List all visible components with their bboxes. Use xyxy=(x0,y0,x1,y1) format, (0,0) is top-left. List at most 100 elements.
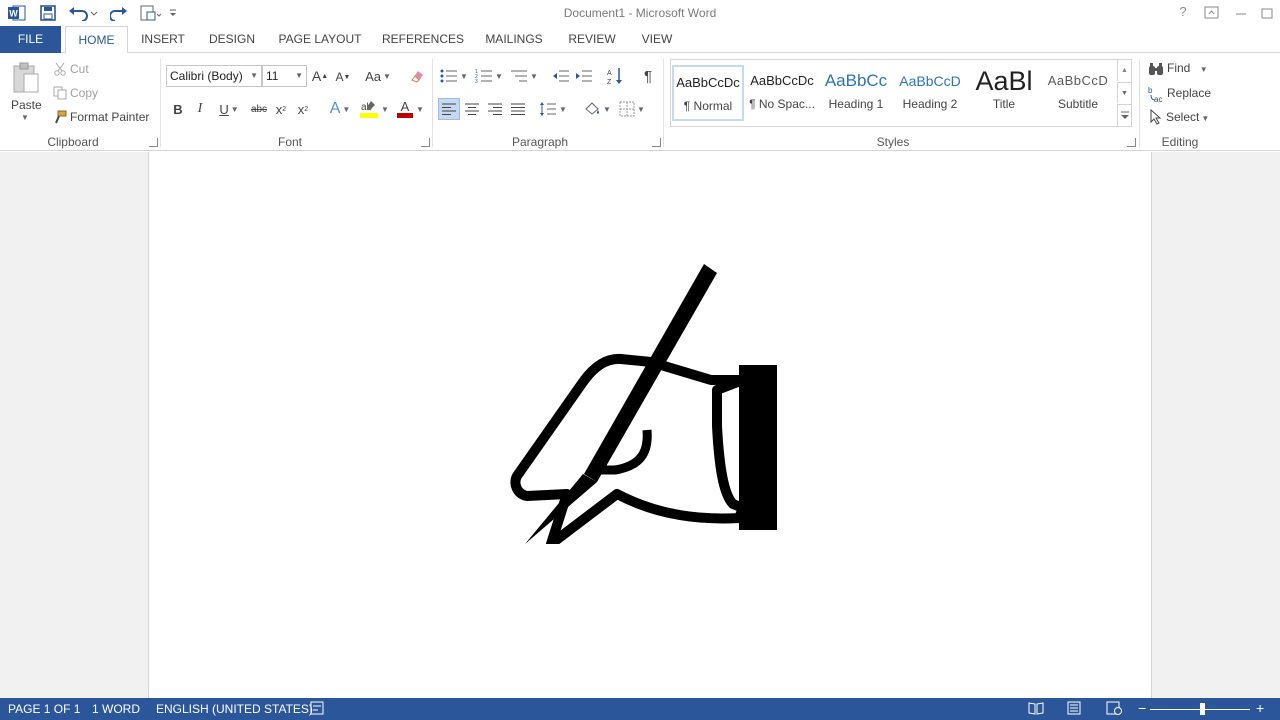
writing-hand-icon xyxy=(510,264,777,544)
tab-view[interactable]: VIEW xyxy=(636,26,678,53)
align-right-icon[interactable] xyxy=(485,98,505,120)
paste-button[interactable]: Paste xyxy=(11,98,42,112)
replace-icon[interactable]: b ac xyxy=(1147,84,1165,104)
tab-insert[interactable]: INSERT xyxy=(136,26,190,53)
select-button[interactable]: Select ▼ xyxy=(1166,110,1209,124)
copy-button[interactable]: Copy xyxy=(70,86,98,100)
numbering-icon[interactable]: 1 2 3 ▼ xyxy=(473,65,505,87)
word-count[interactable]: 1 WORD xyxy=(92,702,140,716)
style-sample: AaBbCcD xyxy=(1047,73,1109,88)
find-icon[interactable] xyxy=(1147,60,1165,78)
paragraph-launcher-icon[interactable] xyxy=(652,138,661,147)
copy-icon[interactable] xyxy=(52,85,68,101)
styles-more-icon[interactable] xyxy=(1117,104,1131,126)
chevron-down-icon: ▼ xyxy=(1201,114,1210,123)
select-cursor-icon[interactable] xyxy=(1148,108,1164,126)
font-launcher-icon[interactable] xyxy=(421,138,430,147)
style-subtitle[interactable]: AaBbCcD Subtitle xyxy=(1042,65,1114,121)
change-case-label: Aa xyxy=(365,68,381,84)
zoom-out-icon[interactable]: − xyxy=(1138,700,1146,716)
clipboard-paste-icon[interactable] xyxy=(8,59,44,97)
paste-dropdown-icon[interactable]: ▼ xyxy=(21,113,29,122)
cut-icon[interactable] xyxy=(52,61,68,77)
chevron-down-icon: ▼ xyxy=(1199,65,1208,74)
grow-font-icon[interactable]: A ▲ xyxy=(311,66,329,86)
tab-file[interactable]: FILE xyxy=(0,26,61,53)
read-mode-icon[interactable] xyxy=(1028,701,1044,715)
bold-icon[interactable]: B xyxy=(170,99,186,119)
shrink-font-icon[interactable]: A ▼ xyxy=(334,67,352,87)
font-name-value: Calibri (Body) xyxy=(170,69,243,83)
style-name: ¶ No Spac... xyxy=(749,97,815,111)
zoom-slider-thumb[interactable] xyxy=(1200,703,1205,715)
language[interactable]: ENGLISH (UNITED STATES) xyxy=(156,702,313,716)
style-sample: AaBbCc xyxy=(824,71,888,90)
find-button[interactable]: Find ▼ xyxy=(1167,61,1208,75)
clear-formatting-icon[interactable] xyxy=(407,66,427,86)
ribbon-display-options-icon[interactable] xyxy=(1201,4,1223,22)
clipboard-launcher-icon[interactable] xyxy=(149,138,158,147)
tab-references[interactable]: REFERENCES xyxy=(380,26,466,53)
document-page[interactable] xyxy=(148,152,1152,698)
align-center-icon[interactable] xyxy=(462,98,482,120)
cut-button[interactable]: Cut xyxy=(70,62,89,76)
shading-icon[interactable]: ▼ xyxy=(581,98,613,120)
tab-mailings[interactable]: MAILINGS xyxy=(478,26,550,53)
style-title[interactable]: AaBl Title xyxy=(968,65,1040,121)
highlight-color-icon[interactable]: ab ▼ xyxy=(358,97,390,121)
strikethrough-icon[interactable]: abc xyxy=(248,99,270,119)
web-layout-icon[interactable] xyxy=(1106,701,1122,715)
show-hide-paragraph-icon[interactable]: ¶ xyxy=(638,65,658,87)
print-layout-icon[interactable] xyxy=(1066,701,1082,715)
font-name-combo[interactable]: Calibri (Body) ▼ xyxy=(166,65,262,87)
change-case-button[interactable]: Aa ▼ xyxy=(362,66,394,86)
styles-scroll-up-icon[interactable]: ▲ xyxy=(1117,60,1131,81)
font-color-icon[interactable]: A ▼ xyxy=(394,97,426,121)
group-separator xyxy=(1139,59,1140,147)
tab-review[interactable]: REVIEW xyxy=(564,26,620,53)
line-spacing-icon[interactable]: ▼ xyxy=(537,98,569,120)
title-bar: W Document1 - Microsoft Word ? xyxy=(0,0,1280,26)
format-painter-icon[interactable] xyxy=(52,109,68,125)
replace-button[interactable]: Replace xyxy=(1167,86,1211,100)
restore-icon[interactable] xyxy=(1256,4,1278,22)
find-label: Find xyxy=(1167,61,1191,75)
svg-text:3: 3 xyxy=(475,79,478,84)
justify-icon[interactable] xyxy=(508,98,528,120)
styles-group-label: Styles xyxy=(876,135,910,149)
style-sample: AaBl xyxy=(975,66,1033,96)
style-no-spacing[interactable]: AaBbCcDc ¶ No Spac... xyxy=(746,65,818,121)
text-effects-icon[interactable]: A ▼ xyxy=(326,99,354,119)
italic-icon[interactable]: I xyxy=(192,99,208,119)
tab-home[interactable]: HOME xyxy=(65,26,128,54)
font-size-value: 11 xyxy=(266,69,279,83)
subscript-icon[interactable]: x2 xyxy=(272,99,290,119)
style-name: Heading 1 xyxy=(828,97,884,111)
style-heading-1[interactable]: AaBbCc Heading 1 xyxy=(820,65,892,121)
multilevel-list-icon[interactable]: ▼ xyxy=(508,65,540,87)
styles-scroll-down-icon[interactable]: ▼ xyxy=(1117,82,1131,103)
minimize-icon[interactable] xyxy=(1230,4,1252,22)
paragraph-group-label: Paragraph xyxy=(511,135,569,149)
tab-page-layout[interactable]: PAGE LAYOUT xyxy=(274,26,366,53)
proofing-icon[interactable] xyxy=(310,701,324,715)
svg-text:A: A xyxy=(607,70,612,77)
format-painter-button[interactable]: Format Painter xyxy=(70,110,149,124)
styles-launcher-icon[interactable] xyxy=(1127,138,1136,147)
clipboard-group-label: Clipboard xyxy=(47,135,99,149)
bullets-icon[interactable]: ▼ xyxy=(438,65,470,87)
style-normal[interactable]: AaBbCcDc ¶ Normal xyxy=(672,65,744,121)
borders-icon[interactable]: ▼ xyxy=(616,98,648,120)
page-count[interactable]: PAGE 1 OF 1 xyxy=(8,702,80,716)
increase-indent-icon[interactable] xyxy=(574,65,594,87)
font-size-combo[interactable]: 11 ▼ xyxy=(262,65,307,87)
tab-design[interactable]: DESIGN xyxy=(202,26,262,53)
help-icon[interactable]: ? xyxy=(1172,4,1194,22)
decrease-indent-icon[interactable] xyxy=(551,65,571,87)
sort-icon[interactable]: AZ xyxy=(606,65,626,87)
style-heading-2[interactable]: AaBbCcD Heading 2 xyxy=(894,65,966,121)
superscript-icon[interactable]: x2 xyxy=(294,99,312,119)
underline-icon[interactable]: U ▼ xyxy=(214,99,244,119)
zoom-in-icon[interactable]: + xyxy=(1256,700,1264,716)
align-left-icon[interactable] xyxy=(438,98,460,120)
